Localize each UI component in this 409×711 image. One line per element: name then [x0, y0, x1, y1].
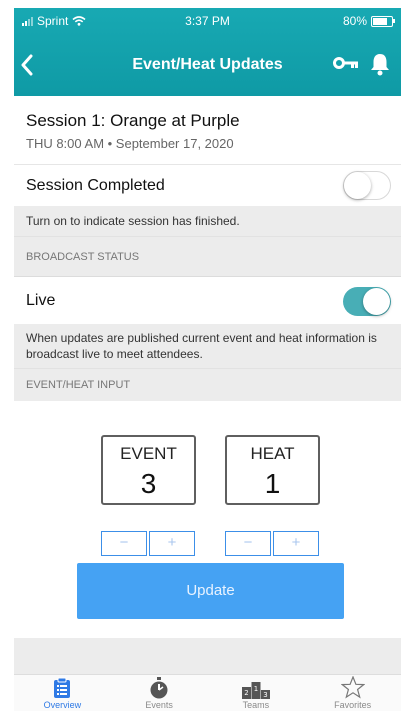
session-completed-note: Turn on to indicate session has finished… [14, 206, 401, 236]
broadcast-section-header: BROADCAST STATUS [14, 236, 401, 276]
clipboard-icon [54, 677, 71, 698]
tab-teams[interactable]: 12 3 Teams [208, 675, 305, 711]
tab-bar: Overview Events 12 3 Teams Favorites [14, 674, 401, 711]
tab-favorites[interactable]: Favorites [304, 675, 401, 711]
header: Sprint 3:37 PM 80% Event/Heat Updates [14, 8, 401, 96]
key-icon [333, 57, 358, 69]
tab-label: Teams [242, 700, 270, 710]
live-row: Live [14, 276, 401, 325]
event-label: EVENT [120, 444, 177, 463]
key-button[interactable] [333, 56, 359, 75]
battery-percent: 80% [342, 14, 367, 28]
tab-label: Overview [43, 700, 82, 710]
bell-icon [371, 54, 389, 76]
input-section-header: EVENT/HEAT INPUT [14, 368, 401, 401]
status-bar: Sprint 3:37 PM 80% [14, 14, 401, 32]
notifications-button[interactable] [369, 52, 391, 81]
podium-icon: 12 3 [241, 682, 270, 699]
heat-label: HEAT [250, 444, 295, 463]
tab-events[interactable]: Events [111, 675, 208, 711]
heat-stepper: − + [225, 531, 319, 556]
session-name: Session 1: Orange at Purple [26, 111, 240, 130]
toggle-knob [344, 172, 371, 199]
tab-overview[interactable]: Overview [14, 675, 111, 711]
stopwatch-icon [150, 677, 168, 699]
heat-counter: HEAT 1 [225, 435, 320, 505]
session-completed-row: Session Completed [14, 165, 401, 206]
event-stepper: − + [101, 531, 195, 556]
event-decrement-button[interactable]: − [101, 531, 147, 556]
svg-text:3: 3 [263, 691, 267, 699]
session-completed-label: Session Completed [26, 177, 165, 194]
update-button[interactable]: Update [77, 563, 344, 619]
tab-label: Favorites [334, 700, 372, 710]
heat-value: 1 [264, 468, 281, 499]
live-toggle[interactable] [343, 287, 391, 316]
heat-increment-button[interactable]: + [273, 531, 319, 556]
svg-text:2: 2 [244, 689, 248, 697]
live-label: Live [26, 292, 56, 309]
event-increment-button[interactable]: + [149, 531, 195, 556]
session-header: Session 1: Orange at Purple THU 8:00 AM … [14, 96, 401, 165]
battery-icon [371, 15, 395, 27]
event-counter: EVENT 3 [101, 435, 196, 505]
nav-bar: Event/Heat Updates [14, 50, 401, 80]
app-screen: Sprint 3:37 PM 80% Event/Heat Updates Se… [14, 8, 401, 711]
star-icon [340, 676, 365, 699]
svg-text:1: 1 [254, 685, 258, 693]
content-footer [14, 638, 401, 674]
tab-label: Events [145, 700, 173, 710]
event-value: 3 [140, 468, 157, 499]
broadcast-note: When updates are published current event… [14, 324, 401, 368]
battery-group: 80% [342, 14, 395, 28]
session-completed-toggle[interactable] [343, 171, 391, 200]
toggle-knob [363, 288, 390, 315]
session-date: THU 8:00 AM • September 17, 2020 [26, 136, 234, 151]
heat-decrement-button[interactable]: − [225, 531, 271, 556]
